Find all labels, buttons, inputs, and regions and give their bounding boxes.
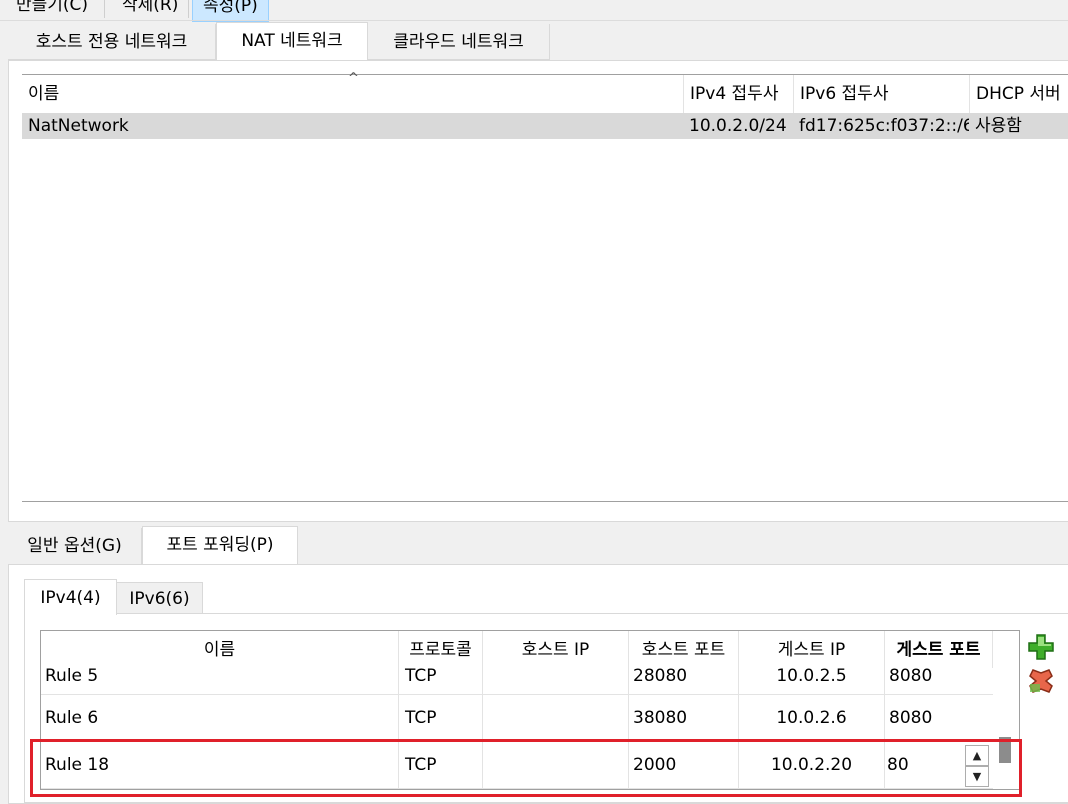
guest-port-spinbox[interactable]: 80 ▲ ▼: [885, 741, 993, 788]
tab-nat-network[interactable]: NAT 네트워크: [216, 22, 368, 62]
rule-protocol-cell[interactable]: TCP: [399, 695, 483, 740]
column-header-guest-port[interactable]: 게스트 포트: [885, 631, 993, 668]
rule-protocol-cell[interactable]: TCP: [399, 741, 483, 788]
guest-port-value[interactable]: 80: [887, 755, 909, 775]
column-header-dhcp-server[interactable]: DHCP 서버: [970, 75, 1068, 113]
remove-rule-icon: [1029, 669, 1053, 693]
add-rule-button[interactable]: [1027, 633, 1055, 661]
tab-host-only-network[interactable]: 호스트 전용 네트워크: [8, 24, 216, 60]
spin-up-button[interactable]: ▲: [965, 745, 989, 766]
network-ipv4-cell: 10.0.2.0/24: [689, 116, 787, 136]
rule-host-ip-cell[interactable]: [483, 695, 629, 740]
column-header-host-port[interactable]: 호스트 포트: [629, 631, 739, 668]
table-row[interactable]: Rule 18 TCP 2000 10.0.2.20 80 ▲ ▼: [41, 741, 993, 789]
tab-port-forwarding[interactable]: 포트 포워딩(P): [142, 526, 298, 566]
rule-name-cell[interactable]: Rule 18: [41, 741, 399, 788]
rule-guest-ip-cell[interactable]: 10.0.2.20: [739, 741, 885, 788]
column-header-ipv6-prefix[interactable]: IPv6 접두사: [794, 75, 970, 113]
rule-host-ip-cell[interactable]: [483, 741, 629, 788]
sort-ascending-icon: ^: [348, 71, 359, 86]
column-header-name[interactable]: 이름: [41, 631, 399, 668]
rule-host-port-cell[interactable]: 2000: [629, 741, 739, 788]
create-menu-item[interactable]: 만들기(C): [16, 0, 88, 20]
tab-ipv6[interactable]: IPv6(6): [117, 582, 203, 614]
properties-menu-item[interactable]: 속성(P): [192, 0, 269, 22]
network-row[interactable]: NatNetwork 10.0.2.0/24 fd17:625c:f037:2:…: [22, 113, 1068, 139]
rule-name-cell[interactable]: Rule 6: [41, 695, 399, 740]
menu-separator: [104, 0, 105, 18]
rule-guest-ip-cell[interactable]: 10.0.2.6: [739, 695, 885, 740]
rules-vertical-scrollbar[interactable]: [993, 631, 1019, 789]
delete-menu-item[interactable]: 삭제(R): [122, 0, 178, 20]
tab-general-options[interactable]: 일반 옵션(G): [8, 528, 142, 564]
tab-cloud-network[interactable]: 클라우드 네트워크: [368, 24, 550, 60]
remove-rule-button[interactable]: [1027, 667, 1055, 695]
network-dhcp-cell: 사용함: [975, 116, 1022, 136]
network-ipv6-cell: fd17:625c:f037:2::/64: [799, 116, 969, 136]
rule-guest-port-cell[interactable]: 8080: [885, 695, 993, 740]
rule-host-port-cell[interactable]: 38080: [629, 695, 739, 740]
add-rule-icon: [1028, 634, 1054, 660]
column-header-host-ip[interactable]: 호스트 IP: [483, 631, 629, 668]
menu-separator: [188, 0, 189, 18]
tab-ipv4[interactable]: IPv4(4): [24, 579, 117, 615]
menu-bar: 만들기(C) 삭제(R) 속성(P): [0, 0, 1068, 22]
table-row[interactable]: Rule 6 TCP 38080 10.0.2.6 8080: [41, 695, 993, 741]
port-forwarding-rules-table[interactable]: Rule 5 TCP 28080 10.0.2.5 8080 Rule 6 TC…: [40, 630, 1020, 790]
menu-divider: [0, 20, 1068, 21]
spin-down-button[interactable]: ▼: [965, 766, 989, 787]
column-header-guest-ip[interactable]: 게스트 IP: [739, 631, 885, 668]
nat-network-list[interactable]: 이름 ^ IPv4 접두사 IPv6 접두사 DHCP 서버 NatNetwor…: [22, 71, 1068, 502]
column-header-protocol[interactable]: 프로토콜: [399, 631, 483, 668]
column-header-ipv4-prefix[interactable]: IPv4 접두사: [684, 75, 794, 113]
scrollbar-thumb[interactable]: [999, 737, 1011, 763]
network-name-cell: NatNetwork: [28, 116, 129, 136]
